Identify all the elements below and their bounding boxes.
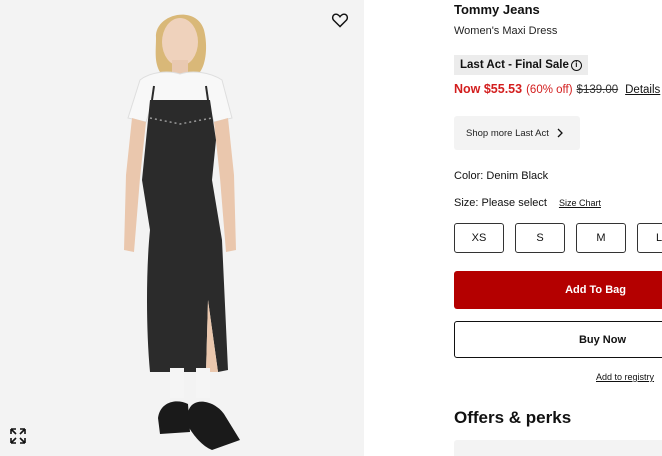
size-row: Size: Please select Size Chart <box>454 197 601 209</box>
offers-card <box>454 440 662 456</box>
size-option-s[interactable]: S <box>515 223 565 253</box>
price-row: Now $55.53 (60% off) $139.00 Details <box>454 82 660 96</box>
product-name: Women's Maxi Dress <box>454 25 558 37</box>
original-price: $139.00 <box>576 84 619 96</box>
discount-percent: (60% off) <box>526 84 573 96</box>
heart-outline-icon <box>331 13 349 28</box>
size-option-m[interactable]: M <box>576 223 626 253</box>
size-option-xs[interactable]: XS <box>454 223 504 253</box>
product-info-panel: Tommy Jeans Women's Maxi Dress Last Act … <box>454 0 662 456</box>
final-sale-label: Last Act - Final Sale <box>460 59 569 71</box>
price-details-link[interactable]: Details <box>625 84 660 96</box>
product-photo <box>0 0 364 456</box>
offers-heading: Offers & perks <box>454 408 572 427</box>
shop-more-button[interactable]: Shop more Last Act <box>454 116 580 150</box>
color-label: Color: Denim Black <box>454 170 549 182</box>
final-sale-badge[interactable]: Last Act - Final Sale i <box>454 55 588 75</box>
expand-image-button[interactable] <box>8 426 28 446</box>
expand-arrows-icon <box>10 428 26 444</box>
product-image-panel[interactable] <box>0 0 364 456</box>
size-chart-link[interactable]: Size Chart <box>559 198 601 208</box>
chevron-right-icon <box>557 128 563 138</box>
favorite-button[interactable] <box>328 8 352 32</box>
sale-price: Now $55.53 <box>454 82 523 96</box>
add-to-bag-button[interactable]: Add To Bag <box>454 271 662 309</box>
size-option-l[interactable]: L <box>637 223 662 253</box>
shop-more-label: Shop more Last Act <box>466 127 549 139</box>
add-to-registry-link[interactable]: Add to registry <box>596 372 654 382</box>
buy-now-button[interactable]: Buy Now <box>454 321 662 358</box>
size-label: Size: Please select <box>454 197 547 209</box>
info-circle-icon[interactable]: i <box>570 59 582 71</box>
product-brand[interactable]: Tommy Jeans <box>454 2 540 17</box>
